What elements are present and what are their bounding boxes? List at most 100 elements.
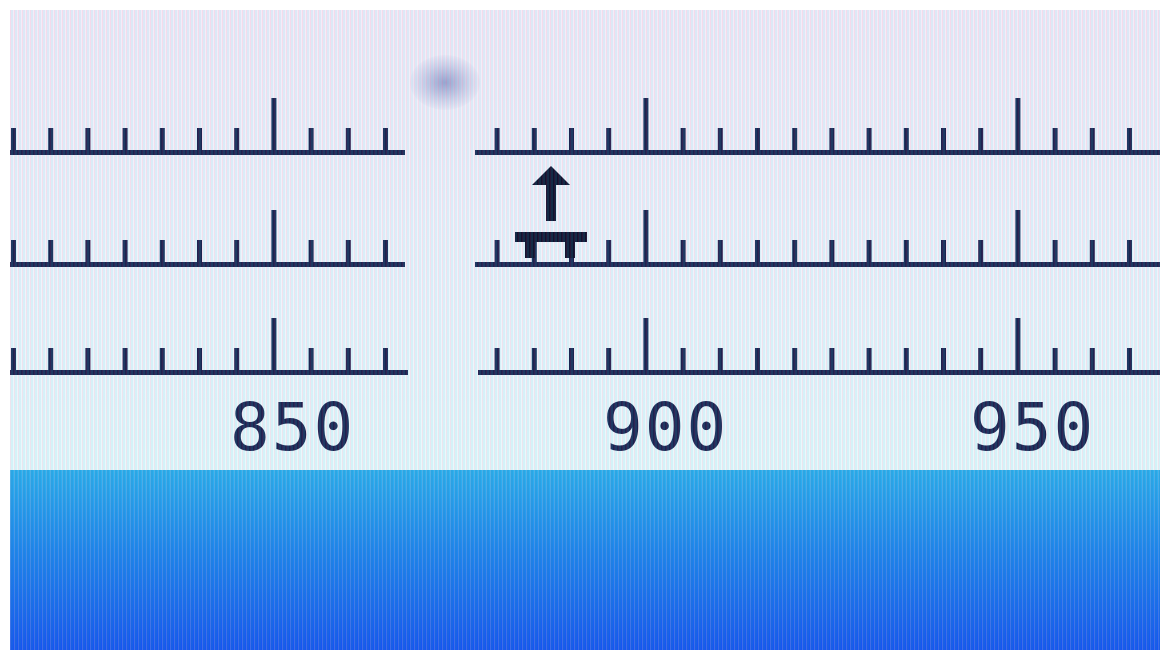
- ruler-minor-tick: [531, 128, 537, 150]
- scale-label-900: 900: [603, 389, 728, 466]
- ruler-minor-tick: [11, 240, 16, 262]
- ruler-minor-tick: [159, 348, 165, 370]
- ruler-minor-tick: [197, 128, 202, 150]
- ruler-minor-tick: [792, 348, 798, 370]
- ruler-minor-tick: [48, 348, 54, 370]
- ruler-minor-tick: [1127, 348, 1132, 370]
- ruler-minor-tick: [1127, 128, 1132, 150]
- ruler-scale-area: 850 900 950: [10, 98, 1160, 466]
- ruler-minor-tick: [829, 348, 835, 370]
- ruler-baseline: [475, 150, 1160, 155]
- ruler-minor-tick: [494, 128, 500, 150]
- ruler-minor-tick: [1089, 128, 1095, 150]
- ruler-minor-tick: [829, 240, 835, 262]
- ruler-minor-tick: [383, 240, 388, 262]
- ruler-baseline: [10, 370, 408, 375]
- ruler-minor-tick: [680, 348, 686, 370]
- ruler-minor-tick: [11, 128, 16, 150]
- ruler-minor-tick: [866, 348, 872, 370]
- ruler-major-tick: [1015, 210, 1021, 262]
- ruler-major-tick: [1015, 318, 1021, 370]
- ruler-minor-tick: [494, 240, 500, 262]
- ruler-minor-tick: [1089, 240, 1095, 262]
- ruler-minor-tick: [941, 240, 946, 262]
- ruler-baseline: [478, 370, 1160, 375]
- ruler-minor-tick: [308, 240, 314, 262]
- ruler-minor-tick: [606, 348, 612, 370]
- ruler-minor-tick: [717, 240, 723, 262]
- scale-label-850: 850: [230, 389, 355, 466]
- ruler-minor-tick: [122, 240, 128, 262]
- ruler-minor-tick: [383, 348, 388, 370]
- screen-smudge: [410, 55, 480, 110]
- ruler-minor-tick: [1089, 348, 1095, 370]
- ruler-minor-tick: [494, 348, 500, 370]
- ruler-track-top: [10, 98, 1160, 155]
- ruler-minor-tick: [197, 240, 202, 262]
- ruler-minor-tick: [85, 348, 91, 370]
- ruler-minor-tick: [606, 240, 612, 262]
- ruler-minor-tick: [903, 128, 909, 150]
- ruler-minor-tick: [345, 348, 351, 370]
- ruler-minor-tick: [978, 240, 984, 262]
- ruler-minor-tick: [717, 128, 723, 150]
- ruler-minor-tick: [234, 128, 240, 150]
- ruler-minor-tick: [606, 128, 612, 150]
- ruler-baseline: [10, 150, 405, 155]
- ruler-minor-tick: [308, 128, 314, 150]
- ruler-display: 850 900 950: [10, 10, 1160, 650]
- ruler-minor-tick: [234, 240, 240, 262]
- ruler-minor-tick: [159, 128, 165, 150]
- ruler-major-tick: [271, 98, 277, 150]
- ruler-minor-tick: [569, 348, 574, 370]
- ruler-minor-tick: [48, 240, 54, 262]
- ruler-major-tick: [643, 318, 649, 370]
- ruler-major-tick: [643, 210, 649, 262]
- ruler-minor-tick: [680, 128, 686, 150]
- ruler-minor-tick: [792, 240, 798, 262]
- ruler-minor-tick: [531, 348, 537, 370]
- ruler-minor-tick: [1052, 128, 1058, 150]
- ruler-minor-tick: [345, 240, 351, 262]
- scale-label-950: 950: [970, 389, 1095, 466]
- bottom-blue-panel: [10, 470, 1160, 650]
- ruler-major-tick: [271, 210, 277, 262]
- ruler-minor-tick: [122, 128, 128, 150]
- ruler-minor-tick: [197, 348, 202, 370]
- ruler-minor-tick: [1127, 240, 1132, 262]
- ruler-minor-tick: [755, 240, 760, 262]
- ruler-minor-tick: [829, 128, 835, 150]
- ruler-minor-tick: [941, 128, 946, 150]
- ruler-minor-tick: [1052, 240, 1058, 262]
- ruler-minor-tick: [903, 348, 909, 370]
- ruler-minor-tick: [866, 240, 872, 262]
- ruler-minor-tick: [978, 128, 984, 150]
- up-arrow-marker-icon[interactable]: [515, 166, 587, 258]
- ruler-minor-tick: [866, 128, 872, 150]
- ruler-minor-tick: [755, 128, 760, 150]
- ruler-major-tick: [643, 98, 649, 150]
- ruler-minor-tick: [978, 348, 984, 370]
- ruler-minor-tick: [234, 348, 240, 370]
- ruler-minor-tick: [755, 348, 760, 370]
- ruler-minor-tick: [345, 128, 351, 150]
- ruler-minor-tick: [383, 128, 388, 150]
- ruler-baseline: [10, 262, 405, 267]
- ruler-major-tick: [1015, 98, 1021, 150]
- ruler-minor-tick: [903, 240, 909, 262]
- ruler-minor-tick: [85, 240, 91, 262]
- ruler-minor-tick: [1052, 348, 1058, 370]
- ruler-minor-tick: [308, 348, 314, 370]
- ruler-minor-tick: [11, 348, 16, 370]
- ruler-minor-tick: [122, 348, 128, 370]
- ruler-minor-tick: [680, 240, 686, 262]
- ruler-minor-tick: [85, 128, 91, 150]
- ruler-minor-tick: [159, 240, 165, 262]
- ruler-baseline: [475, 262, 1160, 267]
- ruler-minor-tick: [48, 128, 54, 150]
- ruler-minor-tick: [941, 348, 946, 370]
- ruler-minor-tick: [792, 128, 798, 150]
- ruler-minor-tick: [569, 128, 574, 150]
- ruler-minor-tick: [717, 348, 723, 370]
- ruler-track-bottom: [10, 318, 1160, 375]
